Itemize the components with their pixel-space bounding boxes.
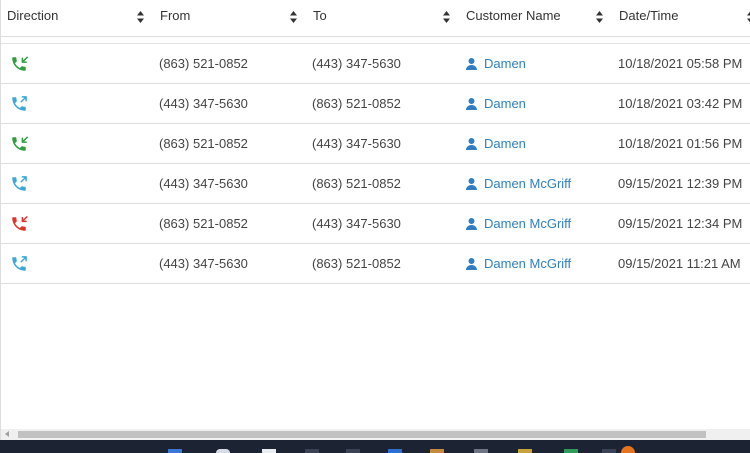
person-icon — [466, 98, 477, 110]
column-label: To — [313, 8, 327, 23]
taskbar-app-icon[interactable] — [602, 449, 616, 453]
taskbar-app-icon[interactable] — [474, 449, 488, 453]
sort-icon[interactable] — [137, 11, 144, 23]
incoming-call-icon — [12, 136, 28, 151]
table-row[interactable]: (863) 521-0852 (443) 347-5630 Damen McGrif… — [1, 204, 750, 244]
cell-date-time: 09/15/2021 11:21 AM — [618, 256, 741, 271]
cell-to: (863) 521-0852 — [312, 256, 401, 271]
customer-link[interactable]: Damen McGriff — [484, 216, 571, 231]
cell-from: (863) 521-0852 — [159, 56, 248, 71]
scrollbar-thumb[interactable] — [18, 431, 706, 438]
column-label: Direction — [7, 8, 59, 23]
table-row[interactable]: (443) 347-5630 (863) 521-0852 Damen McGrif… — [1, 164, 750, 204]
sort-icon[interactable] — [290, 11, 297, 23]
customer-link[interactable]: Damen McGriff — [484, 176, 571, 191]
cell-customer-name[interactable]: Damen — [465, 124, 526, 163]
cell-from: (443) 347-5630 — [159, 96, 248, 111]
cell-date-time: 10/18/2021 01:56 PM — [618, 136, 743, 151]
cell-from: (863) 521-0852 — [159, 216, 248, 231]
cell-from: (443) 347-5630 — [159, 176, 248, 191]
outgoing-call-icon — [12, 176, 27, 191]
taskbar-app-icon[interactable] — [305, 449, 319, 453]
cell-customer-name[interactable]: Damen McGriff — [465, 164, 571, 203]
taskbar-app-icon[interactable] — [564, 449, 578, 453]
taskbar-app-icon[interactable] — [388, 449, 402, 453]
outgoing-call-icon — [12, 96, 27, 111]
notification-badge — [621, 446, 635, 453]
customer-link[interactable]: Damen — [484, 136, 526, 151]
horizontal-scrollbar[interactable] — [1, 429, 750, 440]
cell-to: (443) 347-5630 — [312, 56, 401, 71]
cell-to: (443) 347-5630 — [312, 136, 401, 151]
taskbar-app-icon[interactable] — [518, 449, 532, 453]
customer-link[interactable]: Damen McGriff — [484, 256, 571, 271]
cell-customer-name[interactable]: Damen — [465, 44, 526, 83]
task-view-icon[interactable] — [262, 449, 276, 453]
person-icon — [466, 218, 477, 230]
cell-date-time: 09/15/2021 12:34 PM — [618, 216, 743, 231]
search-icon[interactable] — [216, 449, 230, 453]
column-header-direction[interactable]: Direction — [7, 0, 58, 32]
customer-link[interactable]: Damen — [484, 96, 526, 111]
sort-icon[interactable] — [596, 11, 603, 23]
customer-link[interactable]: Damen — [484, 56, 526, 71]
cell-customer-name[interactable]: Damen — [465, 84, 526, 123]
missed-call-icon — [12, 216, 28, 231]
cell-customer-name[interactable]: Damen McGriff — [465, 244, 571, 283]
column-label: Customer Name — [466, 8, 561, 23]
taskbar-app-icon[interactable] — [430, 449, 444, 453]
scroll-left-arrow-icon[interactable] — [5, 431, 9, 437]
person-icon — [466, 258, 477, 270]
column-label: Date/Time — [619, 8, 679, 23]
taskbar-app-icon[interactable] — [346, 449, 360, 453]
cell-customer-name[interactable]: Damen McGriff — [465, 204, 571, 243]
person-icon — [466, 178, 477, 190]
cell-date-time: 10/18/2021 03:42 PM — [618, 96, 743, 111]
cell-date-time: 10/18/2021 05:58 PM — [618, 56, 743, 71]
incoming-call-icon — [12, 56, 28, 71]
table-row[interactable]: (443) 347-5630 (863) 521-0852 Damen 10/18/2… — [1, 84, 750, 124]
call-log-panel: Direction From To Customer Name Date/Tim… — [0, 0, 750, 440]
cell-from: (863) 521-0852 — [159, 136, 248, 151]
table-body: (863) 521-0852 (443) 347-5630 Damen 10/18/2… — [1, 44, 750, 284]
table-header: Direction From To Customer Name Date/Tim… — [1, 0, 750, 37]
outgoing-call-icon — [12, 256, 27, 271]
table-row[interactable]: (863) 521-0852 (443) 347-5630 Damen 10/18/2… — [1, 44, 750, 84]
table-row[interactable]: (443) 347-5630 (863) 521-0852 Damen McGrif… — [1, 244, 750, 284]
cell-to: (863) 521-0852 — [312, 96, 401, 111]
sort-icon[interactable] — [443, 11, 450, 23]
start-icon[interactable] — [168, 449, 182, 453]
column-header-customer-name[interactable]: Customer Name — [466, 0, 561, 32]
cell-date-time: 09/15/2021 12:39 PM — [618, 176, 743, 191]
column-header-from[interactable]: From — [160, 0, 190, 32]
cell-to: (863) 521-0852 — [312, 176, 401, 191]
person-icon — [466, 58, 477, 70]
column-header-to[interactable]: To — [313, 0, 327, 32]
column-label: From — [160, 8, 191, 23]
taskbar — [0, 440, 750, 453]
person-icon — [466, 138, 477, 150]
cell-to: (443) 347-5630 — [312, 216, 401, 231]
cell-from: (443) 347-5630 — [159, 256, 248, 271]
table-row[interactable]: (863) 521-0852 (443) 347-5630 Damen 10/18/2… — [1, 124, 750, 164]
column-header-date-time[interactable]: Date/Time — [619, 0, 678, 32]
